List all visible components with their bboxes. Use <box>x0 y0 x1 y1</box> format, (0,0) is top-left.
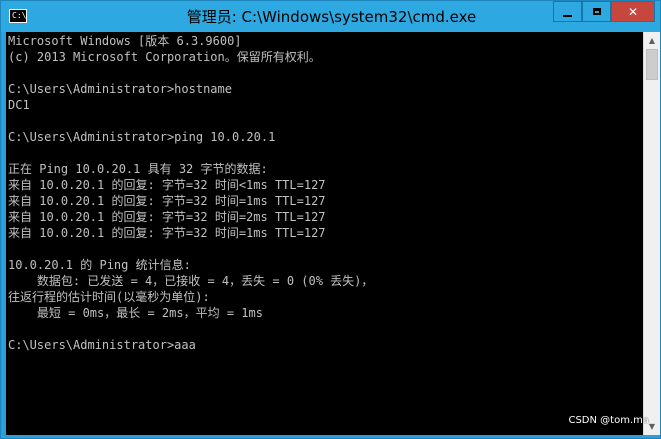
console-prompt-line: C:\Users\Administrator>aaa <box>8 338 196 352</box>
console-line: 来自 10.0.20.1 的回复: 字节=32 时间=2ms TTL=127 <box>8 210 326 224</box>
maximize-button[interactable] <box>582 1 611 22</box>
console-line: 来自 10.0.20.1 的回复: 字节=32 时间=1ms TTL=127 <box>8 194 326 208</box>
vertical-scrollbar[interactable]: ▲ ▼ <box>643 32 660 435</box>
console-line: 数据包: 已发送 = 4，已接收 = 4，丢失 = 0 (0% 丢失)， <box>8 274 374 288</box>
console-line: DC1 <box>8 98 30 112</box>
title-bar[interactable]: C:\ 管理员: C:\Windows\system32\cmd.exe ✕ <box>1 1 660 32</box>
csdn-watermark: CSDN @tom.ma <box>568 415 649 426</box>
console-line: Microsoft Windows [版本 6.3.9600] <box>8 34 242 48</box>
minimize-button[interactable] <box>553 1 582 22</box>
console-line: 来自 10.0.20.1 的回复: 字节=32 时间<1ms TTL=127 <box>8 178 326 192</box>
maximize-icon <box>592 8 601 15</box>
console-line: 正在 Ping 10.0.20.1 具有 32 字节的数据: <box>8 162 268 176</box>
console-line: C:\Users\Administrator>hostname <box>8 82 232 96</box>
scroll-thumb[interactable] <box>646 49 658 80</box>
minimize-icon <box>563 14 572 17</box>
close-button[interactable]: ✕ <box>611 1 655 22</box>
cmd-window: C:\ 管理员: C:\Windows\system32\cmd.exe ✕ M… <box>0 0 661 439</box>
console-line: C:\Users\Administrator>ping 10.0.20.1 <box>8 130 276 144</box>
window-controls: ✕ <box>553 1 655 22</box>
console-output[interactable]: Microsoft Windows [版本 6.3.9600] (c) 2013… <box>6 32 643 435</box>
console-line: (c) 2013 Microsoft Corporation。保留所有权利。 <box>8 50 321 64</box>
close-icon: ✕ <box>627 4 639 19</box>
scroll-up-arrow-icon[interactable]: ▲ <box>644 32 660 49</box>
console-line: 来自 10.0.20.1 的回复: 字节=32 时间=1ms TTL=127 <box>8 226 326 240</box>
console-line: 10.0.20.1 的 Ping 统计信息: <box>8 258 191 272</box>
console-line: 往返行程的估计时间(以毫秒为单位): <box>8 290 210 304</box>
console-line: 最短 = 0ms，最长 = 2ms，平均 = 1ms <box>8 306 263 320</box>
